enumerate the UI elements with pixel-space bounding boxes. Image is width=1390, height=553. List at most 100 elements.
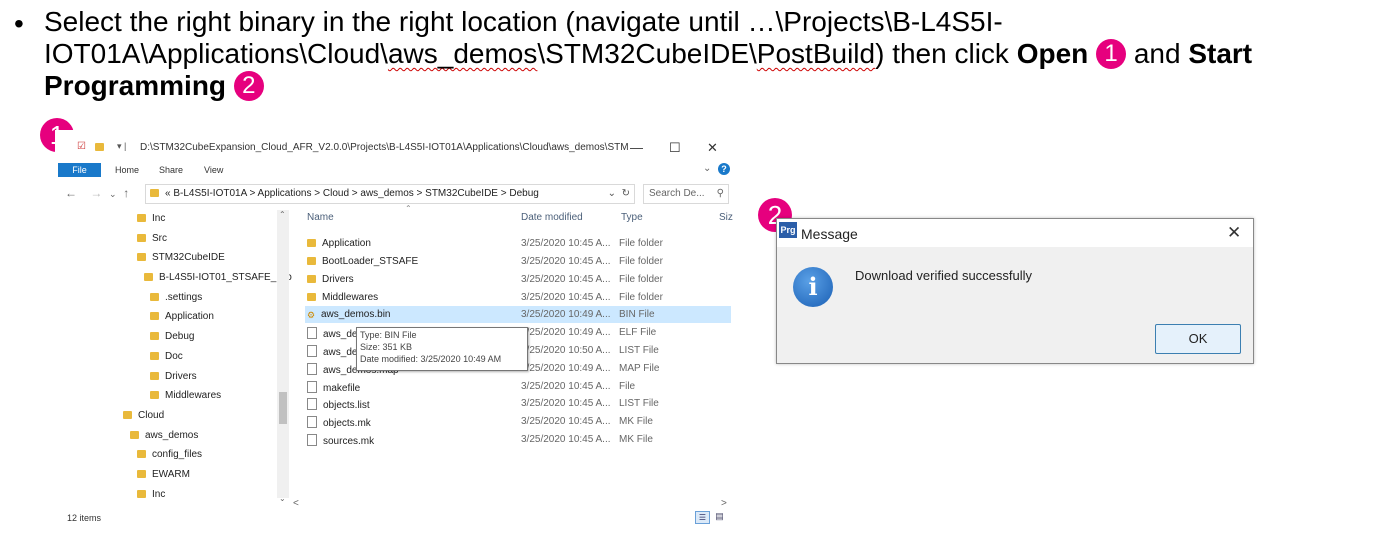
tree-item[interactable]: Debug [150,331,194,342]
tree-item[interactable]: Inc [137,213,165,224]
file-date: 3/25/2020 10:45 A... [521,238,611,249]
status-item-count: 12 items [67,513,102,523]
close-button[interactable]: ✕ [707,140,718,156]
address-bar[interactable]: « B-L4S5I-IOT01A > Applications > Cloud … [145,184,635,204]
details-view-icon[interactable]: ☰ [695,511,710,524]
file-row[interactable]: Drivers 3/25/2020 10:45 A... File folder [305,271,731,288]
scroll-up-icon[interactable]: ⌃ [279,210,286,219]
tree-item[interactable]: aws_demos [130,430,198,441]
breadcrumb[interactable]: « B-L4S5I-IOT01A > Applications > Cloud … [165,188,539,199]
file-type: MK File [619,434,653,445]
file-row[interactable]: Middlewares 3/25/2020 10:45 A... File fold… [305,289,731,306]
file-type: File folder [619,274,663,285]
column-header-type[interactable]: Type [621,212,643,223]
tree-item[interactable]: Middlewares [150,390,221,401]
tree-item[interactable]: Inc [137,489,165,500]
tree-item[interactable]: B-L4S5I-IOT01_STSAFE_Pro [144,272,292,283]
search-input[interactable]: Search De... ⚲ [643,184,729,204]
folder-icon [137,470,146,478]
minimize-button[interactable]: — [630,140,643,155]
scroll-right-icon[interactable]: > [721,498,727,509]
programming-label: Programming [44,70,227,101]
tree-scrollbar-thumb[interactable] [279,392,287,424]
tree-item[interactable]: Doc [150,351,183,362]
open-label: Open [1016,38,1089,69]
tab-view[interactable]: View [204,163,223,177]
column-header-name[interactable]: Name [307,212,334,223]
tree-item[interactable]: EWARM [137,469,190,480]
file-date: 3/25/2020 10:45 A... [521,434,611,445]
file-row-selected[interactable]: ⚙ aws_demos.bin 3/25/2020 10:49 A... BIN Fi… [305,306,731,323]
file-row[interactable]: objects.list 3/25/2020 10:45 A... LIST Fil… [305,395,731,412]
file-explorer-window: ☑ ▾ | D:\STM32CubeExpansion_Cloud_AFR_V2… [55,130,740,530]
recent-locations-icon[interactable]: ⌄ [109,189,117,199]
tree-item[interactable]: Src [137,233,167,244]
column-header-date[interactable]: Date modified [521,212,583,223]
forward-arrow-icon[interactable]: → [90,186,102,200]
large-icons-view-icon[interactable]: ▤ [713,511,726,522]
file-icon [307,363,317,375]
file-type: LIST File [619,345,659,356]
tree-label: STM32CubeIDE [152,252,225,263]
up-arrow-icon[interactable]: ↑ [123,186,129,200]
instruction-line-1: Select the right binary in the right loc… [44,6,1003,37]
tree-item[interactable]: Cloud [123,410,164,421]
folder-icon [137,450,146,458]
dialog-title-bar: Prg Message ✕ [777,219,1253,247]
tree-item[interactable]: config_files [137,449,202,460]
file-date: 3/25/2020 10:45 A... [521,381,611,392]
text: PostBuild [756,38,876,69]
tree-item[interactable]: .settings [150,292,202,303]
nav-arrows: ← → ⌄ ↑ [65,186,129,200]
folder-icon [150,391,159,399]
address-dropdown-icon[interactable]: ⌄ [608,185,616,203]
file-date: 3/25/2020 10:45 A... [521,274,611,285]
file-icon [307,434,317,446]
refresh-icon[interactable]: ↻ [622,185,630,203]
ok-button[interactable]: OK [1155,324,1241,354]
file-name: aws_demos.bin [321,309,391,320]
tooltip-date: Date modified: 3/25/2020 10:49 AM [360,354,502,364]
tree-label: Cloud [138,410,165,421]
dialog-close-button[interactable]: ✕ [1227,223,1241,243]
tree-scrollbar[interactable] [277,210,289,498]
tree-item[interactable]: Drivers [150,371,197,382]
back-arrow-icon[interactable]: ← [65,186,77,200]
file-row[interactable]: makefile 3/25/2020 10:45 A... File [305,378,731,395]
file-name: objects.mk [323,418,371,429]
file-row[interactable]: objects.mk 3/25/2020 10:45 A... MK File [305,413,731,430]
file-row[interactable]: sources.mk 3/25/2020 10:45 A... MK File [305,431,731,448]
tab-home[interactable]: Home [115,163,139,177]
maximize-button[interactable]: ☐ [669,140,681,156]
folder-icon [123,411,132,419]
tree-label: Middlewares [165,390,222,401]
folder-icon [150,352,159,360]
horizontal-scrollbar[interactable]: < > [293,498,733,512]
scroll-down-icon[interactable]: ⌄ [279,494,286,503]
tree-label: Inc [152,489,166,500]
tree-label: .settings [165,292,203,303]
file-type: File folder [619,238,663,249]
file-row[interactable]: BootLoader_STSAFE 3/25/2020 10:45 A... Fil… [305,253,731,270]
bullet: • [14,8,24,39]
step-badge-2: 2 [233,71,264,101]
column-header-size[interactable]: Siz [719,212,733,223]
scroll-left-icon[interactable]: < [293,498,299,509]
tree-item[interactable]: Application [150,311,214,322]
file-type: BIN File [619,309,655,320]
tree-item[interactable]: STM32CubeIDE [137,252,225,263]
tab-share[interactable]: Share [159,163,183,177]
expand-ribbon-icon[interactable]: ⌄ [703,163,711,174]
file-type: File folder [619,292,663,303]
help-icon[interactable]: ? [718,163,730,175]
file-date: 3/25/2020 10:49 A... [521,327,611,338]
file-name: Middlewares [322,292,379,303]
customize-toolbar-icon[interactable]: ▾ | [117,141,126,152]
file-type: File folder [619,256,663,267]
tree-label: config_files [152,449,203,460]
file-row[interactable]: Application 3/25/2020 10:45 A... File fold… [305,235,731,252]
file-date: 3/25/2020 10:45 A... [521,292,611,303]
tab-file[interactable]: File [58,163,101,177]
tooltip-size: Size: 351 KB [360,342,413,352]
quick-access-icon[interactable]: ☑ [77,141,86,152]
